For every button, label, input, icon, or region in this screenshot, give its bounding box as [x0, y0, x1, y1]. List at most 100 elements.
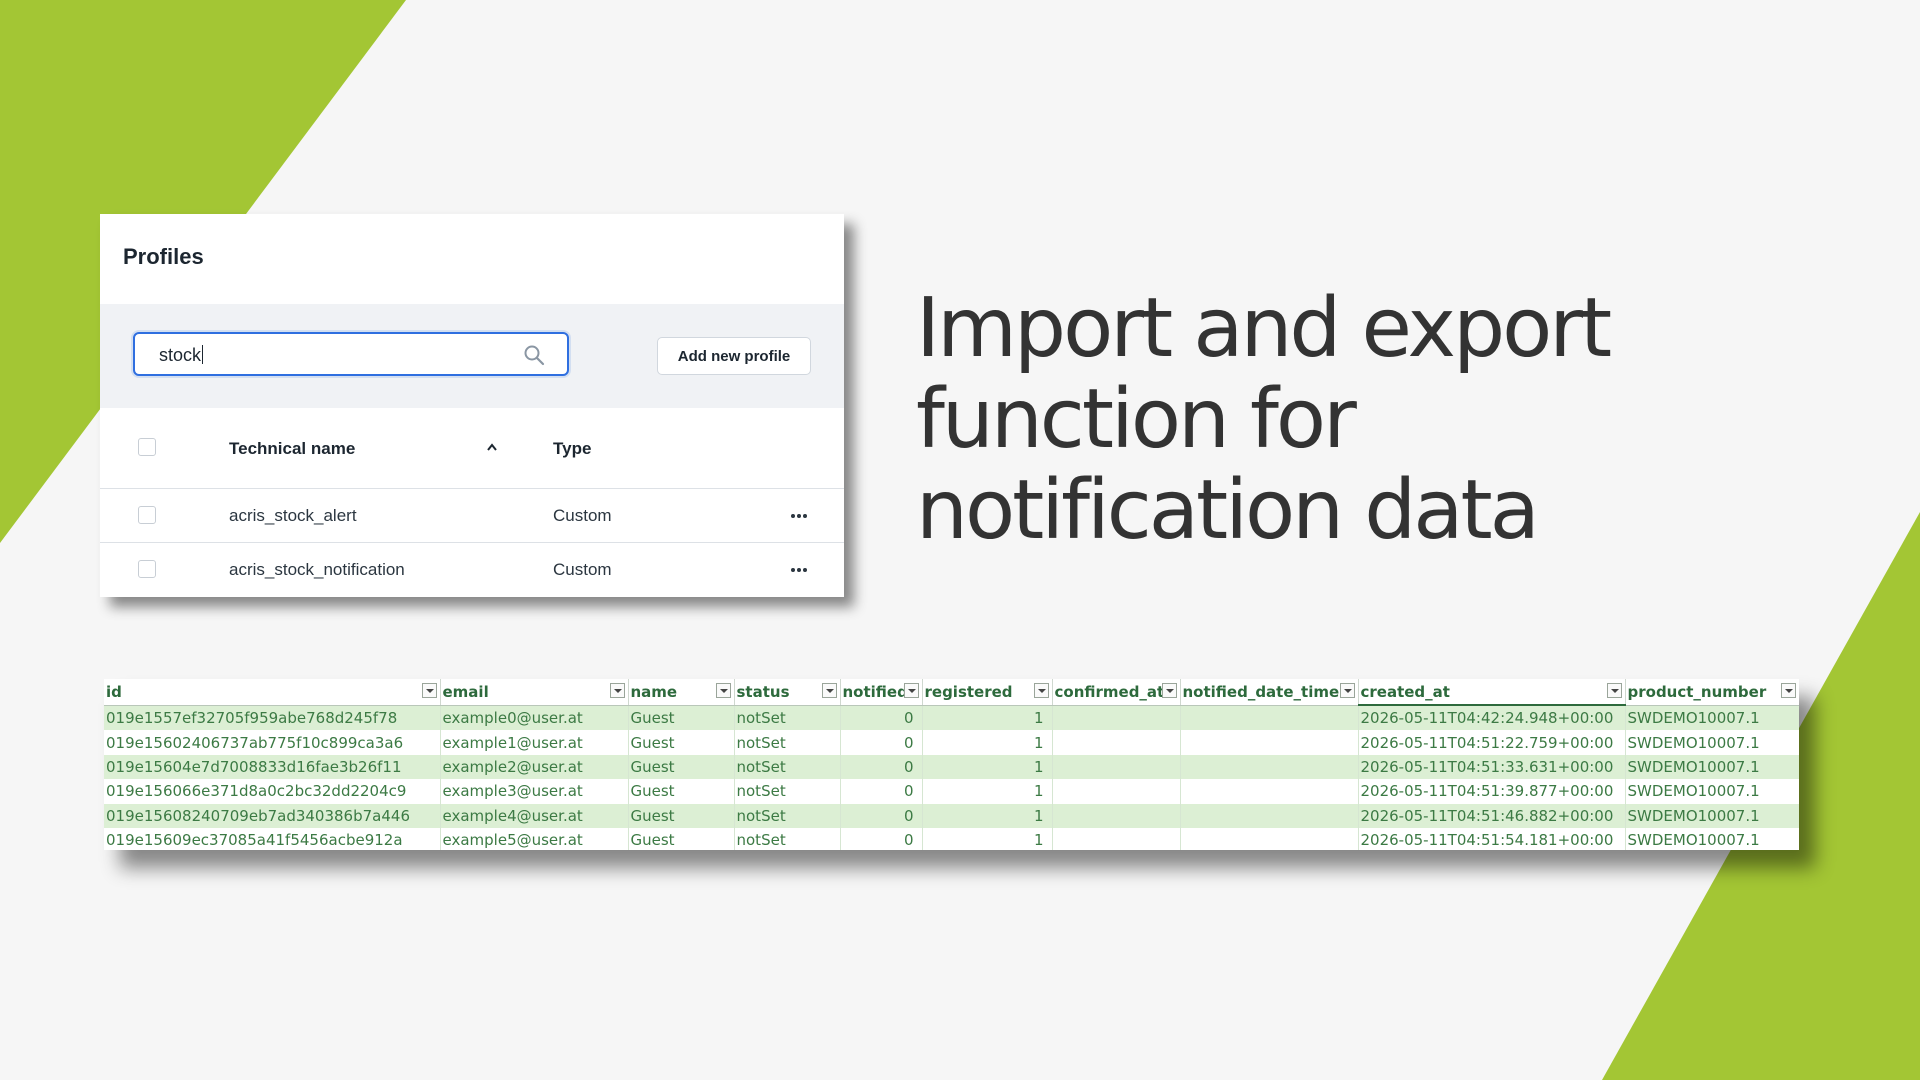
cell-confirmed-at[interactable] [1052, 730, 1181, 755]
cell-confirmed-at[interactable] [1052, 827, 1181, 850]
spreadsheet-body: 019e1557ef32705f959abe768d245f78 example… [104, 705, 1799, 850]
cell-confirmed-at[interactable] [1052, 779, 1181, 804]
cell-product-number[interactable]: SWDEMO10007.1 [1625, 803, 1799, 828]
table-row: 019e15604e7d7008833d16fae3b26f11 example… [104, 754, 1799, 780]
cell-registered[interactable]: 1 [922, 730, 1053, 755]
header-cell-id[interactable]: id [104, 679, 441, 706]
cell-product-number[interactable]: SWDEMO10007.1 [1625, 705, 1799, 731]
cell-registered[interactable]: 1 [922, 705, 1053, 731]
cell-name[interactable]: Guest [628, 827, 735, 850]
cell-name[interactable]: Guest [628, 754, 735, 780]
cell-status[interactable]: notSet [734, 730, 841, 755]
add-new-profile-button[interactable]: Add new profile [657, 337, 811, 375]
filter-dropdown-icon[interactable] [1606, 683, 1622, 698]
cell-notified-date-time[interactable] [1180, 754, 1359, 780]
cell-notified[interactable]: 0 [840, 705, 923, 731]
filter-dropdown-icon[interactable] [903, 683, 919, 698]
cell-email[interactable]: example4@user.at [440, 803, 629, 828]
table-row: 019e1557ef32705f959abe768d245f78 example… [104, 705, 1799, 731]
cell-product-number[interactable]: SWDEMO10007.1 [1625, 827, 1799, 850]
cell-registered[interactable]: 1 [922, 827, 1053, 850]
row-technical-name[interactable]: acris_stock_notification [229, 560, 405, 580]
cell-created-at[interactable]: 2026-05-11T04:51:46.882+00:00 [1358, 803, 1626, 828]
cell-product-number[interactable]: SWDEMO10007.1 [1625, 779, 1799, 804]
cell-name[interactable]: Guest [628, 730, 735, 755]
cell-status[interactable]: notSet [734, 754, 841, 780]
cell-notified-date-time[interactable] [1180, 803, 1359, 828]
column-header-type[interactable]: Type [553, 439, 591, 459]
row-checkbox[interactable] [138, 506, 156, 524]
cell-notified-date-time[interactable] [1180, 730, 1359, 755]
cell-id[interactable]: 019e15602406737ab775f10c899ca3a6 [104, 730, 441, 755]
cell-id[interactable]: 019e15604e7d7008833d16fae3b26f11 [104, 754, 441, 780]
cell-id[interactable]: 019e15609ec37085a41f5456acbe912a [104, 827, 441, 850]
row-technical-name[interactable]: acris_stock_alert [229, 506, 357, 526]
table-row: 019e15609ec37085a41f5456acbe912a example… [104, 827, 1799, 850]
cell-product-number[interactable]: SWDEMO10007.1 [1625, 754, 1799, 780]
cell-email[interactable]: example2@user.at [440, 754, 629, 780]
slide-headline: Import and export function for notificat… [916, 281, 1612, 558]
filter-dropdown-icon[interactable] [1339, 683, 1355, 698]
cell-id[interactable]: 019e156066e371d8a0c2bc32dd2204c9 [104, 779, 441, 804]
cell-notified[interactable]: 0 [840, 730, 923, 755]
cell-status[interactable]: notSet [734, 705, 841, 731]
cell-email[interactable]: example0@user.at [440, 705, 629, 731]
row-checkbox[interactable] [138, 560, 156, 578]
header-cell-registered[interactable]: registered [922, 679, 1053, 706]
cell-status[interactable]: notSet [734, 827, 841, 850]
cell-created-at[interactable]: 2026-05-11T04:51:39.877+00:00 [1358, 779, 1626, 804]
filter-dropdown-icon[interactable] [821, 683, 837, 698]
header-cell-name[interactable]: name [628, 679, 735, 706]
header-cell-created-at[interactable]: created_at [1358, 679, 1626, 706]
column-header-technical-name[interactable]: Technical name [229, 439, 355, 459]
cell-created-at[interactable]: 2026-05-11T04:51:54.181+00:00 [1358, 827, 1626, 850]
filter-dropdown-icon[interactable] [715, 683, 731, 698]
cell-email[interactable]: example1@user.at [440, 730, 629, 755]
select-all-checkbox[interactable] [138, 438, 156, 456]
header-cell-notified-date-time[interactable]: notified_date_time [1180, 679, 1359, 706]
search-icon[interactable] [523, 344, 545, 366]
cell-registered[interactable]: 1 [922, 754, 1053, 780]
cell-product-number[interactable]: SWDEMO10007.1 [1625, 730, 1799, 755]
cell-name[interactable]: Guest [628, 803, 735, 828]
cell-notified[interactable]: 0 [840, 803, 923, 828]
cell-status[interactable]: notSet [734, 779, 841, 804]
header-cell-status[interactable]: status [734, 679, 841, 706]
cell-id[interactable]: 019e15608240709eb7ad340386b7a446 [104, 803, 441, 828]
cell-created-at[interactable]: 2026-05-11T04:42:24.948+00:00 [1358, 705, 1626, 731]
row-divider [100, 542, 844, 543]
filter-dropdown-icon[interactable] [421, 683, 437, 698]
cell-confirmed-at[interactable] [1052, 705, 1181, 731]
cell-email[interactable]: example3@user.at [440, 779, 629, 804]
filter-dropdown-icon[interactable] [609, 683, 625, 698]
cell-registered[interactable]: 1 [922, 803, 1053, 828]
cell-status[interactable]: notSet [734, 803, 841, 828]
cell-notified[interactable]: 0 [840, 827, 923, 850]
header-cell-confirmed-at[interactable]: confirmed_at [1052, 679, 1181, 706]
cell-name[interactable]: Guest [628, 779, 735, 804]
header-cell-email[interactable]: email [440, 679, 629, 706]
search-input[interactable]: stock [133, 332, 569, 376]
more-icon[interactable] [790, 567, 808, 573]
cell-confirmed-at[interactable] [1052, 803, 1181, 828]
header-cell-product-number[interactable]: product_number [1625, 679, 1799, 706]
header-cell-notified[interactable]: notified [840, 679, 923, 706]
cell-notified-date-time[interactable] [1180, 705, 1359, 731]
cell-registered[interactable]: 1 [922, 779, 1053, 804]
filter-dropdown-icon[interactable] [1161, 683, 1177, 698]
cell-notified-date-time[interactable] [1180, 779, 1359, 804]
cell-created-at[interactable]: 2026-05-11T04:51:33.631+00:00 [1358, 754, 1626, 780]
cell-confirmed-at[interactable] [1052, 754, 1181, 780]
cell-name[interactable]: Guest [628, 705, 735, 731]
cell-id[interactable]: 019e1557ef32705f959abe768d245f78 [104, 705, 441, 731]
filter-dropdown-icon[interactable] [1033, 683, 1049, 698]
cell-email[interactable]: example5@user.at [440, 827, 629, 850]
chevron-up-icon[interactable] [486, 442, 498, 452]
cell-notified[interactable]: 0 [840, 754, 923, 780]
filter-dropdown-icon[interactable] [1780, 683, 1796, 698]
cell-notified-date-time[interactable] [1180, 827, 1359, 850]
cell-created-at[interactable]: 2026-05-11T04:51:22.759+00:00 [1358, 730, 1626, 755]
profiles-panel: Profiles stock Add new profile Technical… [100, 214, 844, 597]
cell-notified[interactable]: 0 [840, 779, 923, 804]
more-icon[interactable] [790, 513, 808, 519]
